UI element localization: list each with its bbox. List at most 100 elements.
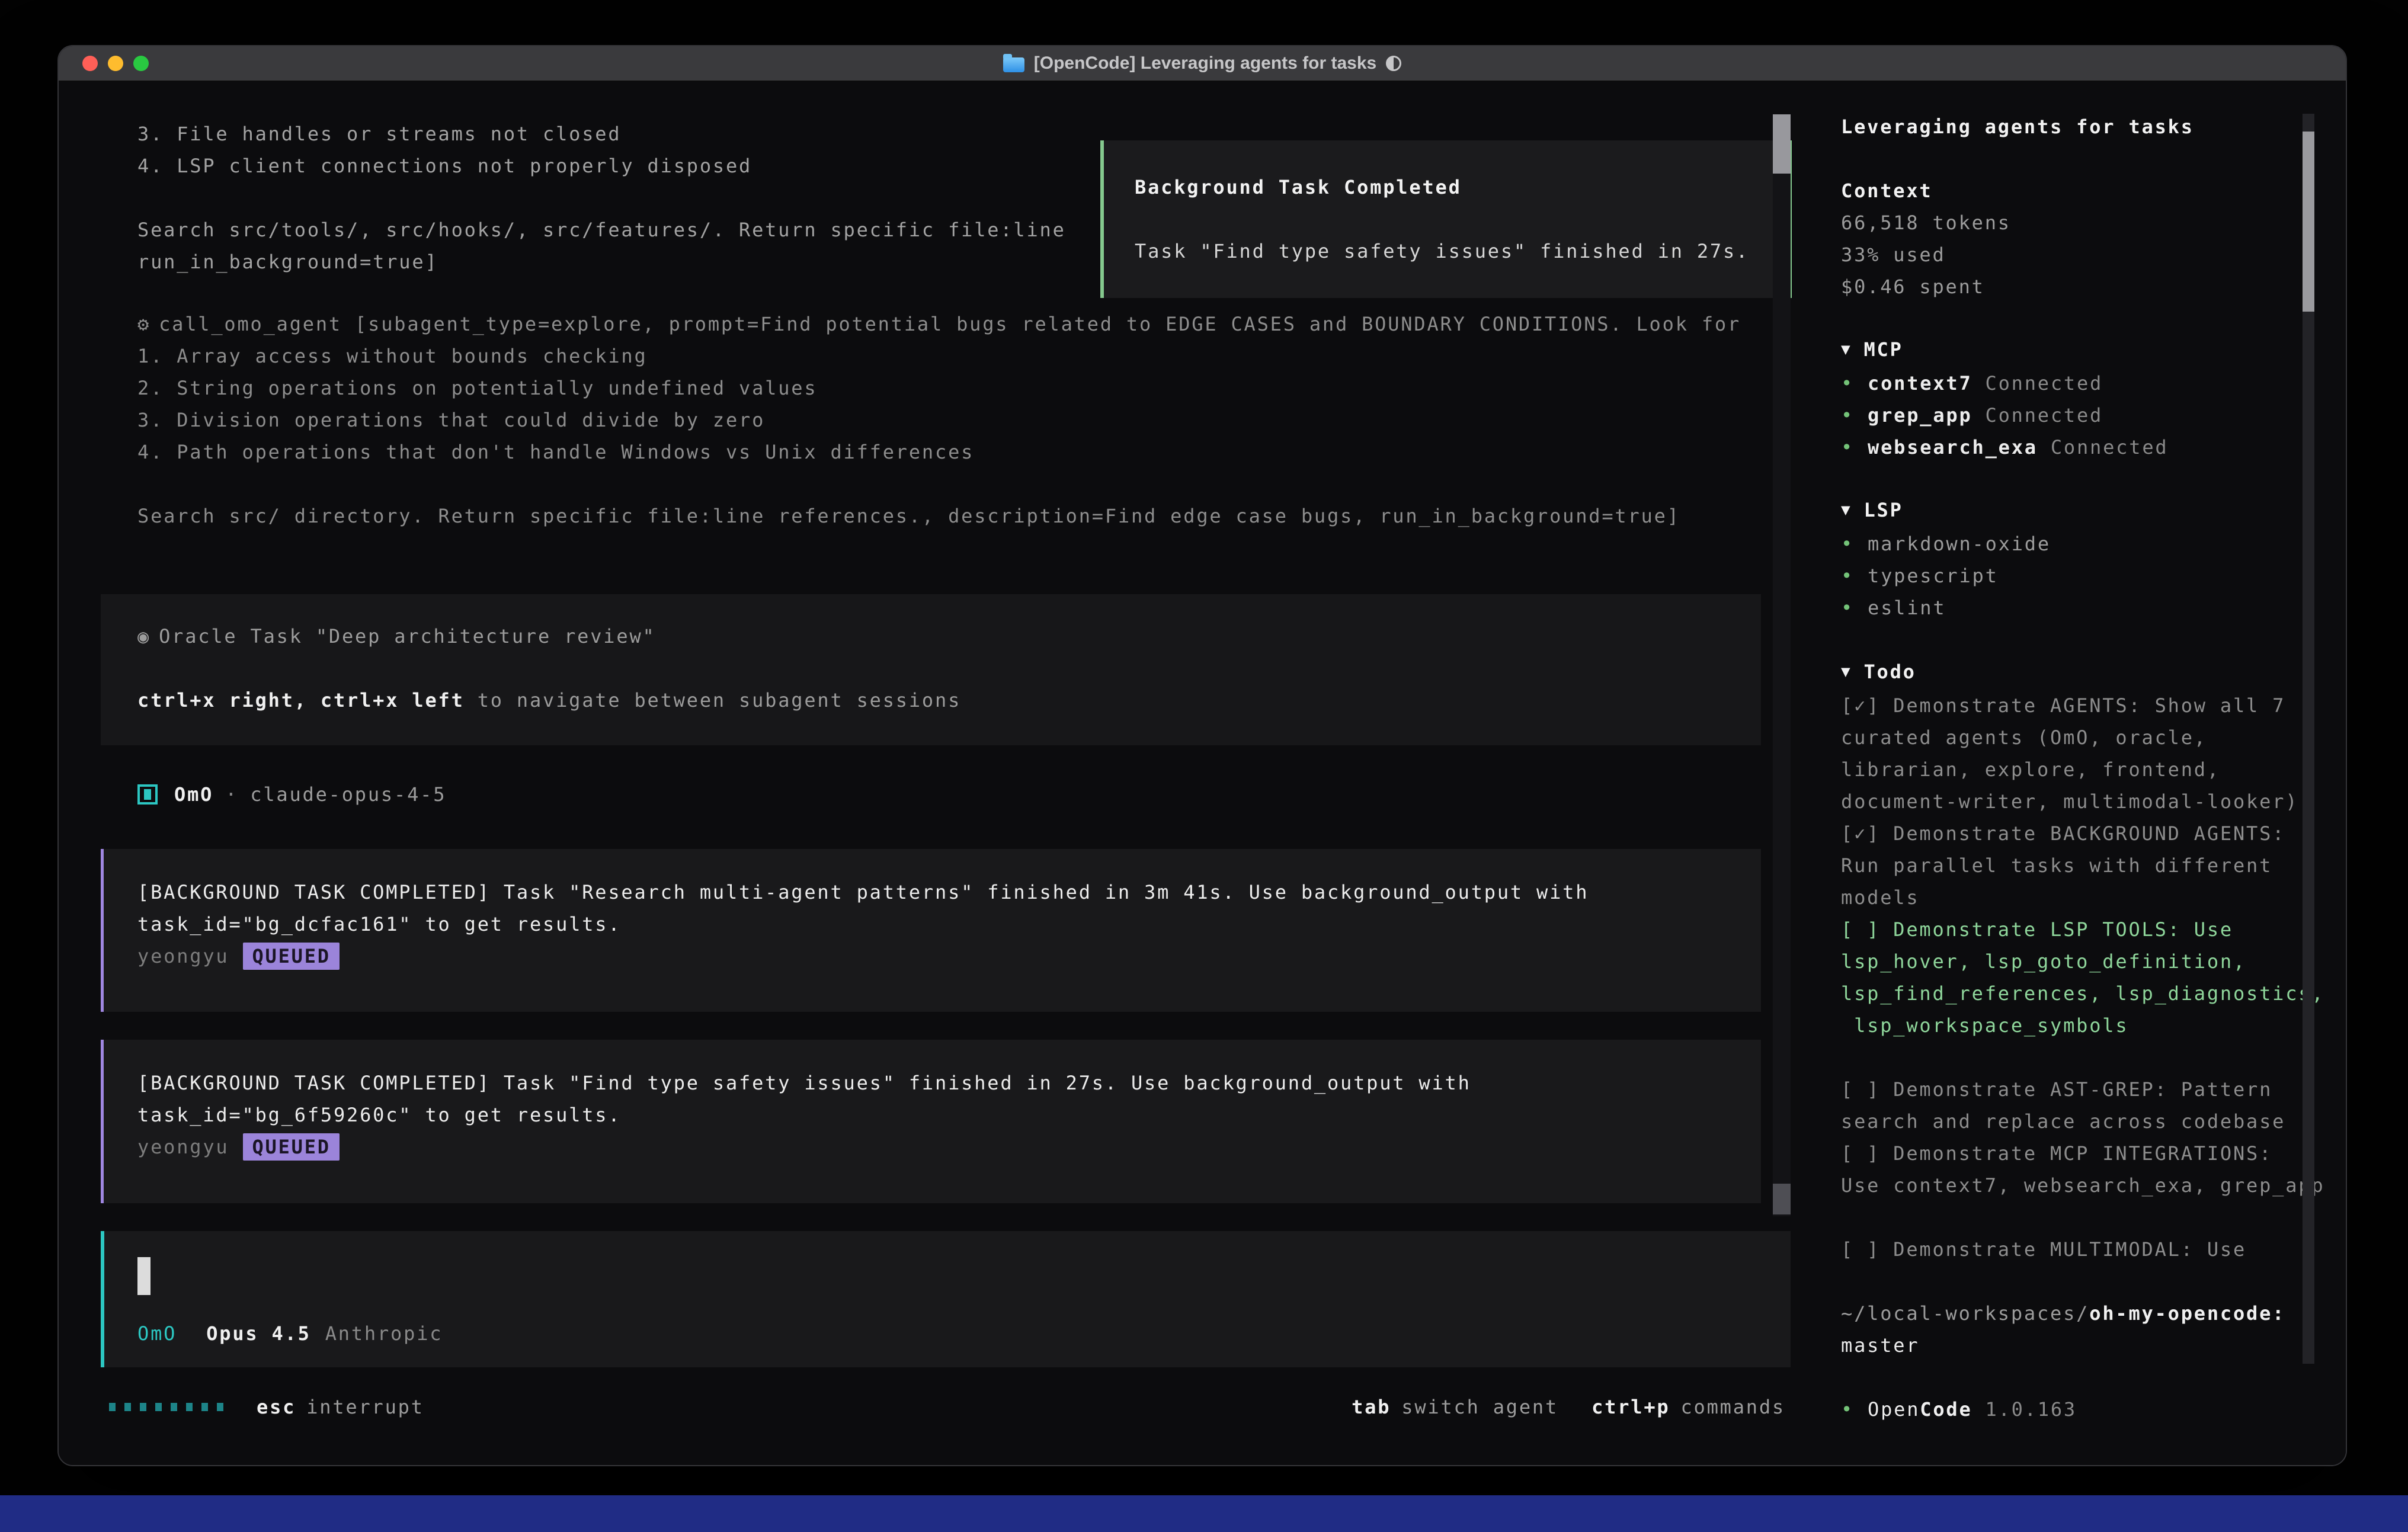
todo-line: [✓] Demonstrate AGENTS: Show all 7 xyxy=(1841,690,2346,722)
status-dot-icon: • xyxy=(1841,1393,1868,1425)
half-circle-icon xyxy=(1386,56,1401,71)
todo-line: models xyxy=(1841,882,2346,914)
chat-scrollbar-thumb[interactable] xyxy=(1773,114,1791,174)
agent-name: OmO xyxy=(174,778,213,810)
message-line: task_id="bg_dcfac161" to get results. xyxy=(137,908,1761,940)
todo-line-active: lsp_hover, lsp_goto_definition, xyxy=(1841,946,2346,977)
todo-line: [✓] Demonstrate BACKGROUND AGENTS: xyxy=(1841,818,2346,850)
status-dot-icon: • xyxy=(1841,592,1868,624)
git-branch: master xyxy=(1841,1329,2346,1361)
workspace-path-prefix: ~/local-workspaces/ xyxy=(1841,1302,2089,1325)
todo-header-label: Todo xyxy=(1863,661,1916,683)
prompt-input[interactable]: OmO Opus 4.5 Anthropic xyxy=(101,1231,1791,1367)
mcp-item: •context7Connected xyxy=(1841,367,2346,399)
workspace-repo: oh-my-opencode: xyxy=(2089,1302,2285,1325)
app-name-bold: Code xyxy=(1920,1393,1972,1425)
minimize-button[interactable] xyxy=(108,56,123,71)
commands-key-label: commands xyxy=(1680,1391,1785,1423)
sidebar-scrollbar-thumb[interactable] xyxy=(2303,132,2314,312)
opencode-window: [OpenCode] Leveraging agents for tasks 3… xyxy=(57,45,2347,1466)
tab-hint-group: tab switch agent xyxy=(1352,1391,1558,1423)
status-badge: QUEUED xyxy=(243,943,339,970)
text-line: Search src/tools/, src/hooks/, src/featu… xyxy=(137,214,1066,246)
background-task-message: [BACKGROUND TASK COMPLETED] Task "Find t… xyxy=(101,1040,1761,1203)
message-author: yeongyu xyxy=(137,940,229,972)
background-task-message: [BACKGROUND TASK COMPLETED] Task "Resear… xyxy=(101,849,1761,1012)
workspace-path: ~/local-workspaces/oh-my-opencode: xyxy=(1841,1297,2346,1329)
text-line: Search src/ directory. Return specific f… xyxy=(137,500,1741,532)
window-title-group: [OpenCode] Leveraging agents for tasks xyxy=(1003,47,1401,79)
esc-key-hint: esc xyxy=(257,1391,296,1423)
spinner-dot xyxy=(186,1403,193,1411)
chevron-down-icon: ▼ xyxy=(1841,656,1852,688)
todo-section-header[interactable]: ▼ Todo xyxy=(1841,656,2346,690)
todo-line: document-writer, multimodal-looker) xyxy=(1841,786,2346,818)
desktop: [OpenCode] Leveraging agents for tasks 3… xyxy=(0,0,2408,1532)
input-agent-label: OmO xyxy=(137,1318,177,1350)
separator-dot: · xyxy=(225,778,238,810)
input-provider-label: Anthropic xyxy=(325,1318,443,1350)
message-line: task_id="bg_6f59260c" to get results. xyxy=(137,1099,1761,1131)
oracle-task-card[interactable]: ◉Oracle Task "Deep architecture review" … xyxy=(101,594,1761,745)
agent-model: claude-opus-4-5 xyxy=(250,778,446,810)
tool-call-block: ⚙call_omo_agent [subagent_type=explore, … xyxy=(137,308,1741,532)
mcp-item: •grep_appConnected xyxy=(1841,399,2346,431)
message-meta: yeongyu QUEUED xyxy=(137,940,1761,972)
todo-line-active: [ ] Demonstrate LSP TOOLS: Use xyxy=(1841,914,2346,946)
version-row: •OpenCode1.0.163 xyxy=(1841,1393,2346,1425)
zoom-button[interactable] xyxy=(133,56,149,71)
oracle-heading: ◉ Oracle Task "Deep architecture review" xyxy=(137,620,1761,652)
fisheye-icon: ◉ xyxy=(137,625,150,648)
text-line: 3. File handles or streams not closed xyxy=(137,118,1066,150)
context-tokens: 66,518 tokens xyxy=(1841,207,2346,239)
text-line: 1. Array access without bounds checking xyxy=(137,340,1741,372)
mcp-section-header[interactable]: ▼MCP xyxy=(1841,334,2346,367)
status-bar: esc interrupt tab switch agent ctrl+p co… xyxy=(109,1391,1785,1423)
mcp-name: context7 xyxy=(1868,367,1972,399)
commands-key-hint: ctrl+p xyxy=(1592,1391,1670,1423)
window-content: 3. File handles or streams not closed 4.… xyxy=(59,81,2346,1465)
spinner-dot xyxy=(217,1403,223,1411)
text-line xyxy=(137,182,1066,214)
tab-key-label: switch agent xyxy=(1401,1391,1558,1423)
close-button[interactable] xyxy=(82,56,98,71)
lsp-item: •typescript xyxy=(1841,560,2346,592)
todo-line: search and replace across codebase xyxy=(1841,1105,2346,1137)
assistant-text-block: 3. File handles or streams not closed 4.… xyxy=(137,118,1066,278)
background-task-toast[interactable]: Background Task Completed Task "Find typ… xyxy=(1100,140,1792,298)
text-cursor xyxy=(137,1257,150,1295)
text-line: 3. Division operations that could divide… xyxy=(137,404,1741,436)
text-line xyxy=(137,468,1741,500)
oracle-hint: ctrl+x right, ctrl+x left to navigate be… xyxy=(137,684,1761,716)
status-dot-icon: • xyxy=(1841,431,1868,463)
oracle-heading-text: Oracle Task "Deep architecture review" xyxy=(159,625,656,648)
lsp-section-header[interactable]: ▼LSP xyxy=(1841,494,2346,528)
chat-scrollbar-track xyxy=(1773,114,1791,1216)
spinner-dot xyxy=(155,1403,162,1411)
input-model-label: Opus 4.5 xyxy=(206,1318,311,1350)
agent-checkbox-icon xyxy=(137,784,158,805)
todo-line: librarian, explore, frontend, xyxy=(1841,754,2346,786)
mcp-name: websearch_exa xyxy=(1868,431,2038,463)
mcp-status: Connected xyxy=(2051,431,2169,463)
message-author: yeongyu xyxy=(137,1131,229,1163)
app-version: 1.0.163 xyxy=(1986,1393,2077,1425)
text-line: 4. LSP client connections not properly d… xyxy=(137,150,1066,182)
mcp-status: Connected xyxy=(1986,399,2103,431)
lsp-header-label: LSP xyxy=(1863,499,1903,521)
context-spent: $0.46 spent xyxy=(1841,271,2346,303)
hint-shortcut-keys: ctrl+x right, ctrl+x left xyxy=(137,689,465,711)
agent-header: OmO · claude-opus-4-5 xyxy=(137,778,446,810)
chat-scrollbar-thumb-secondary[interactable] xyxy=(1773,1184,1791,1214)
todo-line: Use context7, websearch_exa, grep_app xyxy=(1841,1169,2346,1201)
context-header: Context xyxy=(1841,175,2346,207)
status-dot-icon: • xyxy=(1841,560,1868,592)
desktop-bottom-strip xyxy=(0,1495,2408,1532)
mcp-item: •websearch_exa Connected xyxy=(1841,431,2346,463)
esc-key-label: interrupt xyxy=(306,1391,424,1423)
window-titlebar[interactable]: [OpenCode] Leveraging agents for tasks xyxy=(59,46,2346,81)
input-footer: OmO Opus 4.5 Anthropic xyxy=(137,1318,443,1350)
message-line: [BACKGROUND TASK COMPLETED] Task "Find t… xyxy=(137,1067,1761,1099)
gear-icon: ⚙ xyxy=(137,313,150,335)
todo-line-active: lsp_find_references, lsp_diagnostics, xyxy=(1841,977,2346,1009)
